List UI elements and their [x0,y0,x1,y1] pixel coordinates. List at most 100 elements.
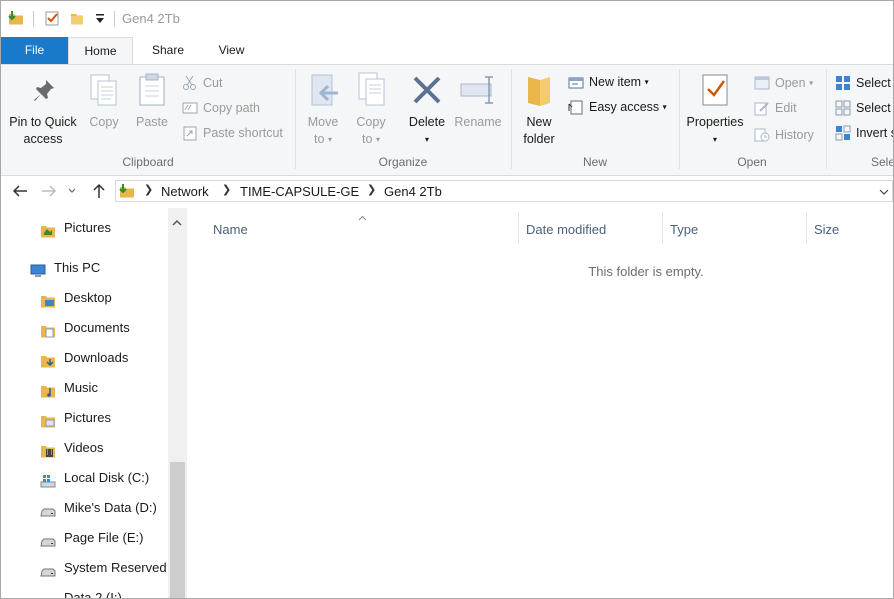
column-header-type[interactable]: Type [670,222,698,237]
properties-label: Properties [686,115,744,129]
history-button[interactable]: History [754,125,824,145]
network-folder-icon [119,183,135,199]
nav-label: Pictures [64,410,111,425]
drive-icon [40,530,56,547]
column-divider[interactable] [518,212,519,244]
open-button[interactable]: Open ▾ [754,73,824,93]
easy-access-button[interactable]: Easy access ▾ [568,97,678,117]
nav-label: Data 2 (I:) [64,590,122,598]
pin-label-line2: access [23,132,63,146]
address-bar[interactable]: ❯ Network ❯ TIME-CAPSULE-GE ❯ Gen4 2Tb [115,180,893,202]
select-all-button[interactable]: Select [835,73,893,93]
copy-to-icon [356,71,388,107]
column-divider[interactable] [806,212,807,244]
copy-to-label-line2: to ▾ [362,132,380,146]
ribbon: Pin to Quick access Copy Paste Cut Copy … [1,64,893,176]
breadcrumb-time-capsule[interactable]: TIME-CAPSULE-GE [240,184,359,199]
paste-shortcut-label: Paste shortcut [203,126,283,140]
select-all-icon [835,75,851,91]
nav-scrollbar-thumb[interactable] [170,462,185,598]
edit-label: Edit [775,101,797,115]
group-separator [826,69,827,169]
breadcrumb-chevron-icon[interactable]: ❯ [367,183,376,196]
delete-label: Delete [408,115,446,129]
qat-dropdown-icon[interactable] [94,13,106,25]
title-bar: Gen4 2Tb [1,1,893,37]
cut-button[interactable]: Cut [182,73,282,93]
pin-label-line1: Pin to Quick [9,115,77,129]
up-arrow-icon[interactable] [91,183,107,199]
scissors-icon [182,75,198,91]
delete-x-icon [412,75,442,105]
edit-icon [754,100,770,116]
rename-button[interactable]: Rename [453,65,503,151]
invert-selection-button[interactable]: Invert s [835,123,893,143]
tab-home[interactable]: Home [68,37,133,64]
move-label-line1: Move [307,115,339,129]
properties-button[interactable]: Properties ▾ [683,65,747,151]
select-all-label: Select [856,76,891,90]
breadcrumb-chevron-icon[interactable]: ❯ [222,183,231,196]
folder-pin-icon[interactable] [8,10,24,26]
new-folder-button[interactable]: New folder [517,65,561,151]
windows-drive-icon [40,470,56,488]
breadcrumb-chevron-icon[interactable]: ❯ [144,183,153,196]
select-none-icon [835,100,851,116]
nav-label: Pictures [64,220,111,235]
paste-shortcut-icon [182,125,198,141]
copy-label: Copy [89,115,119,129]
new-folder-label-line1: New [526,115,552,129]
history-icon [754,127,770,143]
paste-button[interactable]: Paste [131,65,173,151]
scroll-up-icon[interactable] [172,217,182,227]
ribbon-tabs: File Home Share View [1,37,893,64]
column-divider[interactable] [662,212,663,244]
back-arrow-icon[interactable] [12,183,28,199]
move-to-button[interactable]: Move to ▾ [303,65,343,151]
tab-view[interactable]: View [204,37,259,64]
copy-icon [89,73,119,107]
empty-folder-message: This folder is empty. [588,264,704,279]
breadcrumb-network[interactable]: Network [161,184,209,199]
new-folder-icon[interactable] [69,11,85,27]
address-dropdown-icon[interactable] [879,186,889,196]
column-header-name[interactable]: Name [213,222,248,237]
pin-to-quick-access-button[interactable]: Pin to Quick access [5,65,81,151]
copy-to-label-line1: Copy [356,115,386,129]
column-header-date-modified[interactable]: Date modified [526,222,606,237]
paste-icon [137,73,167,107]
videos-folder-icon [40,440,56,458]
move-label-line2: to ▾ [314,132,332,146]
copy-path-button[interactable]: Copy path [182,98,282,118]
tab-file[interactable]: File [1,37,68,64]
properties-dropdown-icon[interactable]: ▾ [683,131,747,148]
history-label: History [775,128,814,142]
nav-label: Videos [64,440,104,455]
select-none-label: Select [856,101,891,115]
invert-selection-label: Invert s [856,126,893,140]
delete-dropdown-icon[interactable]: ▾ [405,131,449,148]
pictures-folder-icon [40,410,56,428]
properties-check-icon[interactable] [45,11,60,26]
organize-group-label: Organize [378,155,428,169]
delete-button[interactable]: Delete ▾ [405,65,449,151]
select-none-button[interactable]: Select [835,98,893,118]
copy-button[interactable]: Copy [85,65,123,151]
nav-label: Mike's Data (D:) [64,500,157,515]
column-header-size[interactable]: Size [814,222,839,237]
edit-button[interactable]: Edit [754,98,824,118]
computer-icon [30,260,46,277]
paste-shortcut-button[interactable]: Paste shortcut [182,123,292,143]
nav-label: Downloads [64,350,129,365]
group-separator [679,69,680,169]
clipboard-group-label: Clipboard [122,155,174,169]
new-item-label: New item ▾ [589,75,649,89]
forward-arrow-icon[interactable] [41,183,57,199]
downloads-folder-icon [40,350,56,368]
new-item-button[interactable]: New item ▾ [568,72,668,92]
recent-locations-icon[interactable] [67,185,77,195]
tab-share[interactable]: Share [139,37,197,64]
breadcrumb-gen4[interactable]: Gen4 2Tb [384,184,442,199]
file-list: Name Date modified Type Size This folder… [188,208,893,598]
copy-to-button[interactable]: Copy to ▾ [351,65,391,151]
